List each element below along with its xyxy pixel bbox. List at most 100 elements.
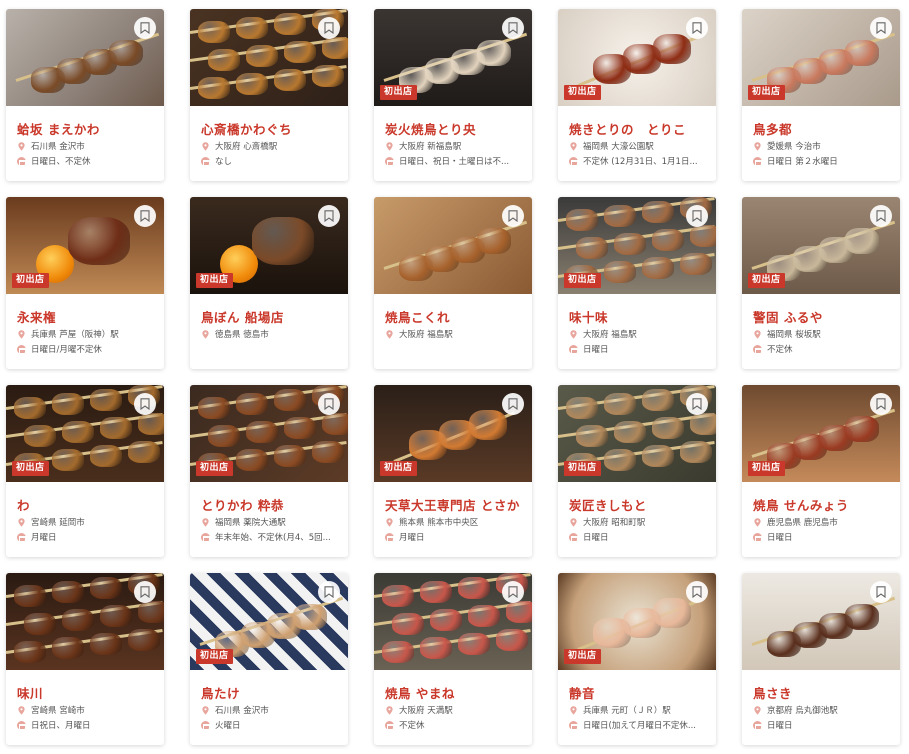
restaurant-name[interactable]: とりかわ 粋恭 [201, 495, 342, 514]
holiday-text: 不定休 (12月31日、1月1日... [583, 157, 698, 167]
restaurant-name[interactable]: 味十味 [569, 307, 710, 326]
restaurant-photo[interactable]: 初出店 [558, 9, 716, 106]
restaurant-card[interactable]: 初出店 鳥ぼん 船場店 徳島県 徳島市 [190, 197, 348, 369]
restaurant-photo[interactable] [374, 573, 532, 670]
restaurant-card[interactable]: 初出店 焼鳥 せんみょう 鹿児島県 鹿児島市 日曜日 [742, 385, 900, 557]
bookmark-button[interactable] [870, 205, 892, 227]
holiday-row: 日曜日 [753, 719, 894, 731]
bookmark-button[interactable] [318, 205, 340, 227]
bookmark-button[interactable] [502, 205, 524, 227]
restaurant-card[interactable]: 初出店 とりかわ 粋恭 福岡県 薬院大通駅 年末年始、不定休(月4、5回... [190, 385, 348, 557]
meat-decoration [614, 233, 646, 255]
restaurant-card[interactable]: 初出店 炭火焼鳥とり央 大阪府 新福島駅 日曜日、祝日・土曜日は不... [374, 9, 532, 181]
bookmark-button[interactable] [870, 393, 892, 415]
restaurant-card[interactable]: 初出店 鳥たけ 石川県 金沢市 火曜日 [190, 573, 348, 745]
restaurant-photo[interactable]: 初出店 [190, 385, 348, 482]
meat-decoration [845, 40, 879, 66]
restaurant-card[interactable]: 初出店 鳥多都 愛媛県 今治市 日曜日 第２水曜日 [742, 9, 900, 181]
restaurant-name[interactable]: 鳥ぼん 船場店 [201, 307, 342, 326]
restaurant-card[interactable]: 初出店 炭匠きしもと 大阪府 昭和町駅 日曜日 [558, 385, 716, 557]
meat-decoration [614, 421, 646, 443]
holiday-row: 日曜日(加えて月曜日不定休... [569, 719, 710, 731]
restaurant-photo[interactable] [374, 197, 532, 294]
restaurant-name[interactable]: 炭火焼鳥とり央 [385, 119, 526, 138]
restaurant-name[interactable]: 心斎橋かわぐち [201, 119, 342, 138]
restaurant-photo[interactable]: 初出店 [190, 573, 348, 670]
restaurant-card[interactable]: 鳥さき 京都府 烏丸御池駅 日曜日 [742, 573, 900, 745]
restaurant-card[interactable]: 初出店わ宮崎県 延岡市 月曜日 [6, 385, 164, 557]
restaurant-photo[interactable]: 初出店 [742, 9, 900, 106]
restaurant-card[interactable]: 心斎橋かわぐち 大阪府 心斎橋駅 なし [190, 9, 348, 181]
bookmark-button[interactable] [686, 205, 708, 227]
restaurant-photo[interactable] [742, 573, 900, 670]
bookmark-button[interactable] [134, 17, 156, 39]
restaurant-photo[interactable]: 初出店 [374, 9, 532, 106]
restaurant-name[interactable]: 警固 ふるや [753, 307, 894, 326]
bookmark-button[interactable] [870, 581, 892, 603]
bookmark-button[interactable] [686, 17, 708, 39]
bookmark-button[interactable] [502, 17, 524, 39]
restaurant-photo[interactable]: 初出店 [558, 385, 716, 482]
restaurant-photo[interactable]: 初出店 [6, 385, 164, 482]
restaurant-photo[interactable] [6, 9, 164, 106]
restaurant-card[interactable]: 初出店 警固 ふるや 福岡県 桜坂駅 不定休 [742, 197, 900, 369]
meat-decoration [274, 445, 306, 467]
bookmark-button[interactable] [502, 393, 524, 415]
restaurant-name[interactable]: 焼きとりの とりこ [569, 119, 710, 138]
holiday-row: 不定休 [385, 719, 526, 731]
holiday-text: 月曜日 [399, 533, 425, 543]
restaurant-card[interactable]: 焼鳥こくれ大阪府 福島駅 [374, 197, 532, 369]
restaurant-name[interactable]: わ [17, 495, 158, 514]
meat-decoration [576, 237, 608, 259]
new-listing-badge: 初出店 [196, 649, 233, 664]
restaurant-name[interactable]: 蛤坂 まえかわ [17, 119, 158, 138]
bookmark-button[interactable] [318, 17, 340, 39]
restaurant-name[interactable]: 鳥さき [753, 683, 894, 702]
restaurant-photo[interactable]: 初出店 [374, 385, 532, 482]
restaurant-name[interactable]: 炭匠きしもと [569, 495, 710, 514]
restaurant-card[interactable]: 焼鳥 やまね 大阪府 天満駅 不定休 [374, 573, 532, 745]
restaurant-photo[interactable]: 初出店 [558, 197, 716, 294]
restaurant-name[interactable]: 味川 [17, 683, 158, 702]
bookmark-button[interactable] [134, 393, 156, 415]
bookmark-icon [140, 586, 150, 598]
restaurant-name[interactable]: 鳥多都 [753, 119, 894, 138]
restaurant-photo[interactable]: 初出店 [742, 197, 900, 294]
holiday-text: なし [215, 157, 233, 167]
location-row: 大阪府 福島駅 [385, 328, 526, 340]
restaurant-card[interactable]: 初出店 静音 兵庫県 元町（ＪＲ）駅 日曜日(加えて月曜日不定休... [558, 573, 716, 745]
restaurant-photo[interactable]: 初出店 [558, 573, 716, 670]
restaurant-card[interactable]: 初出店 焼きとりの とりこ 福岡県 大濠公園駅 不定休 (12月31日、1月1日... [558, 9, 716, 181]
restaurant-photo[interactable]: 初出店 [190, 197, 348, 294]
meat-decoration [652, 229, 684, 251]
bookmark-icon [324, 586, 334, 598]
holiday-text: 日曜日 第２水曜日 [767, 157, 838, 167]
location-pin-icon [753, 705, 762, 715]
bookmark-button[interactable] [134, 581, 156, 603]
bookmark-button[interactable] [686, 581, 708, 603]
restaurant-card[interactable]: 初出店 天草大王専門店 とさか 熊本県 熊本市中央区 月曜日 [374, 385, 532, 557]
restaurant-card[interactable]: 初出店 永来権 兵庫県 芦屋（阪神）駅 日曜日/月曜不定休 [6, 197, 164, 369]
restaurant-name[interactable]: 天草大王専門店 とさか [385, 495, 526, 514]
restaurant-card[interactable]: 初出店 味十味 大阪府 福島駅 日曜日 [558, 197, 716, 369]
bookmark-button[interactable] [870, 17, 892, 39]
holiday-text: 月曜日 [31, 533, 57, 543]
restaurant-name[interactable]: 焼鳥 せんみょう [753, 495, 894, 514]
restaurant-photo[interactable]: 初出店 [742, 385, 900, 482]
restaurant-name[interactable]: 焼鳥 やまね [385, 683, 526, 702]
bookmark-button[interactable] [502, 581, 524, 603]
restaurant-photo[interactable]: 初出店 [6, 197, 164, 294]
restaurant-name[interactable]: 鳥たけ [201, 683, 342, 702]
bookmark-button[interactable] [318, 393, 340, 415]
restaurant-photo[interactable] [6, 573, 164, 670]
restaurant-name[interactable]: 焼鳥こくれ [385, 307, 526, 326]
restaurant-name[interactable]: 静音 [569, 683, 710, 702]
bookmark-button[interactable] [134, 205, 156, 227]
bookmark-button[interactable] [686, 393, 708, 415]
restaurant-name[interactable]: 永来権 [17, 307, 158, 326]
restaurant-photo[interactable] [190, 9, 348, 106]
restaurant-card[interactable]: 味川 宮崎県 宮崎市 日祝日、月曜日 [6, 573, 164, 745]
bookmark-button[interactable] [318, 581, 340, 603]
holiday-text: 不定休 [767, 345, 793, 355]
restaurant-card[interactable]: 蛤坂 まえかわ 石川県 金沢市 日曜日、不定休 [6, 9, 164, 181]
